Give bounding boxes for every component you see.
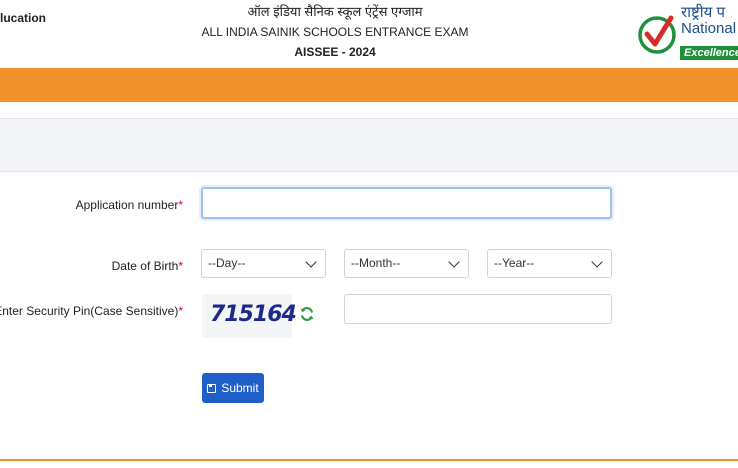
logo-english-text: National T	[681, 20, 738, 37]
security-pin-label: Enter Security Pin(Case Sensitive)*	[0, 304, 183, 318]
refresh-icon[interactable]	[299, 306, 315, 322]
nav-bar	[0, 68, 738, 102]
dob-year-select[interactable]: --Year--	[487, 249, 612, 278]
date-of-birth-label: Date of Birth*	[111, 259, 183, 273]
dob-month-value: --Month--	[351, 256, 401, 270]
application-number-label: Application number*	[75, 198, 183, 212]
captcha-image: 715164	[202, 294, 297, 338]
security-pin-input[interactable]	[344, 294, 612, 324]
exam-subtitle: AISSEE - 2024	[294, 45, 376, 59]
dob-day-select[interactable]: --Day--	[201, 249, 326, 278]
chevron-down-icon	[591, 256, 603, 268]
section-header-bar	[0, 118, 738, 172]
chevron-down-icon	[448, 256, 460, 268]
submit-label: Submit	[221, 381, 259, 395]
submit-button[interactable]: Submit	[202, 373, 264, 403]
logo-hindi-text: राष्ट्रीय प	[681, 4, 726, 21]
save-icon	[207, 383, 217, 393]
footer-divider	[0, 459, 738, 461]
exam-title-block: ऑल इंडिया सैनिक स्कूल एंट्रेंस एग्जाम AL…	[185, 2, 485, 62]
page-header: lucation ऑल इंडिया सैनिक स्कूल एंट्रेंस …	[0, 0, 738, 68]
chevron-down-icon	[305, 256, 317, 268]
application-number-input[interactable]	[201, 187, 612, 219]
dob-month-select[interactable]: --Month--	[344, 249, 469, 278]
logo-tagline: Excellence	[680, 46, 738, 60]
dob-year-value: --Year--	[494, 256, 535, 270]
ministry-text: lucation	[0, 11, 47, 25]
dob-day-value: --Day--	[208, 256, 246, 270]
checkmark-logo-icon	[638, 15, 676, 54]
exam-title-english: ALL INDIA SAINIK SCHOOLS ENTRANCE EXAM	[201, 25, 469, 39]
nta-logo: राष्ट्रीय प National T Excellence	[637, 2, 738, 64]
captcha-text: 715164	[210, 302, 297, 327]
exam-title-hindi: ऑल इंडिया सैनिक स्कूल एंट्रेंस एग्जाम	[247, 4, 423, 19]
